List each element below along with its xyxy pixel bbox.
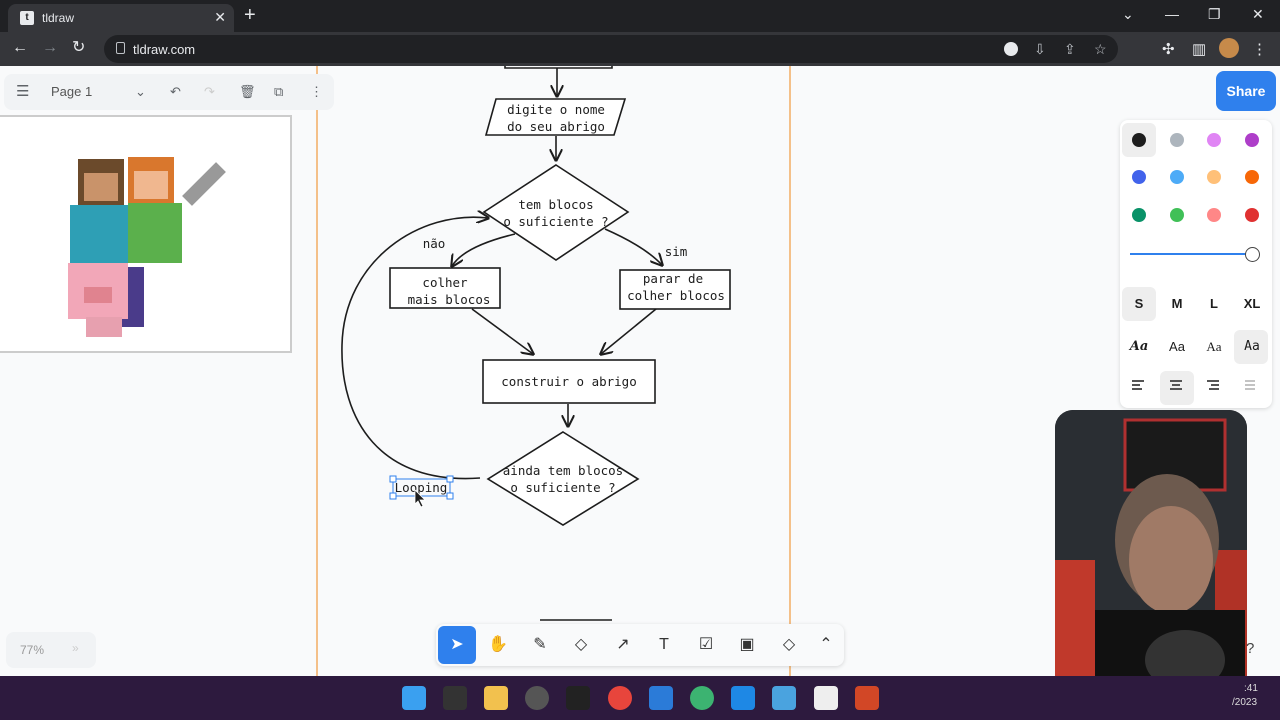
webcam-overlay [1055, 410, 1247, 682]
clock-date: /2023 [1232, 697, 1258, 708]
minimap-toggle-icon[interactable]: » [72, 641, 79, 655]
powerpoint-icon[interactable] [855, 686, 879, 710]
input-line1: digite o nome [507, 102, 605, 117]
minecraft-image[interactable] [0, 115, 292, 353]
looping-arrow [341, 217, 488, 480]
share-button[interactable]: Share [1216, 71, 1276, 111]
size-m-button[interactable]: M [1162, 296, 1192, 311]
previous-shape-edge [504, 66, 613, 69]
streamer-webcam-image [1055, 410, 1247, 682]
draw-tool-icon[interactable]: ✎ [521, 626, 559, 664]
terminal-icon[interactable] [443, 686, 467, 710]
color-swatch[interactable] [1207, 133, 1221, 147]
color-swatch[interactable] [1170, 208, 1184, 222]
font-mono-button[interactable]: Aa [1237, 339, 1267, 354]
decision2-line2: o suficiente ? [510, 480, 615, 495]
size-s-button[interactable]: S [1124, 296, 1154, 311]
windows-start-icon[interactable] [402, 686, 426, 710]
page-selector[interactable]: Page 1 [51, 84, 92, 99]
system-clock: :41 /2023 [1232, 682, 1258, 710]
more-actions-icon[interactable]: ⋮ [310, 84, 323, 100]
zoom-control[interactable]: 77% » [6, 632, 96, 668]
tool-bar: ➤ ✋ ✎ ◇ ↗ T ☑ ▣ ◇ ⌃ [436, 624, 844, 666]
stop-line1: parar de [643, 271, 703, 286]
font-draw-button[interactable]: Aa [1124, 339, 1154, 354]
decision2-diamond [486, 431, 640, 526]
image-tool-icon[interactable]: ▣ [728, 626, 766, 664]
color-swatch[interactable] [1132, 208, 1146, 222]
edge-icon[interactable] [690, 686, 714, 710]
opacity-slider-knob[interactable] [1245, 247, 1260, 262]
vscode-icon[interactable] [649, 686, 673, 710]
decision1-line1: tem blocos [518, 197, 593, 212]
align-center-icon[interactable] [1170, 380, 1184, 390]
color-swatch[interactable] [1132, 170, 1146, 184]
collect-line2: mais blocos [408, 292, 491, 307]
select-tool-icon[interactable]: ➤ [438, 626, 476, 664]
page-menu-bar: ☰ Page 1 ⌄ ↶ ↷ 🗑 ⧉ ⋮ [4, 74, 334, 110]
chevron-down-icon[interactable]: ⌄ [135, 84, 146, 100]
looping-text[interactable]: Looping [395, 480, 448, 495]
todo-icon[interactable] [731, 686, 755, 710]
font-sans-button[interactable]: Aa [1162, 339, 1192, 354]
camera-app-icon[interactable] [566, 686, 590, 710]
color-swatch[interactable] [1207, 170, 1221, 184]
minecraft-characters-illustration [68, 157, 226, 337]
decision2-line1: ainda tem blocos [503, 463, 623, 478]
color-swatch[interactable] [1207, 208, 1221, 222]
redo-icon[interactable]: ↷ [204, 84, 215, 100]
arrow-no [452, 233, 516, 266]
font-serif-button[interactable]: Aa [1199, 339, 1229, 355]
stop-line2: colher blocos [627, 288, 725, 303]
decision1-diamond [482, 164, 630, 261]
trash-icon[interactable]: 🗑 [239, 84, 256, 100]
vertical-align-icon[interactable] [1245, 380, 1259, 390]
color-swatch[interactable] [1245, 170, 1259, 184]
obs-icon[interactable] [525, 686, 549, 710]
color-swatch[interactable] [1245, 133, 1259, 147]
size-l-button[interactable]: L [1199, 296, 1229, 311]
zoom-level[interactable]: 77% [20, 643, 44, 657]
arrow-tool-icon[interactable]: ↗ [604, 626, 642, 664]
arrow-yes [604, 228, 662, 265]
collect-line1: colher [422, 275, 468, 290]
hand-tool-icon[interactable]: ✋ [479, 626, 517, 664]
hamburger-menu-icon[interactable]: ☰ [16, 82, 29, 100]
windows-taskbar [0, 676, 1280, 720]
help-icon[interactable]: ? [1246, 640, 1254, 657]
color-swatch[interactable] [1245, 208, 1259, 222]
build-text: construir o abrigo [501, 374, 636, 389]
style-panel [1120, 120, 1272, 408]
decision1-line2: o suficiente ? [503, 214, 608, 229]
chrome-icon[interactable] [608, 686, 632, 710]
input-line2: do seu abrigo [507, 119, 605, 134]
chevron-up-icon[interactable]: ⌃ [807, 626, 845, 664]
align-left-icon[interactable] [1132, 380, 1146, 390]
size-xl-button[interactable]: XL [1237, 296, 1267, 311]
text-tool-icon[interactable]: T [645, 626, 683, 664]
color-swatch[interactable] [1170, 133, 1184, 147]
capcut-icon[interactable] [814, 686, 838, 710]
note-tool-icon[interactable]: ☑ [687, 626, 725, 664]
duplicate-icon[interactable]: ⧉ [274, 84, 283, 100]
eraser-tool-icon[interactable]: ◇ [562, 626, 600, 664]
arrow-collect-build [471, 308, 533, 354]
align-right-icon[interactable] [1207, 380, 1221, 390]
undo-icon[interactable]: ↶ [170, 84, 181, 100]
snipping-tool-icon[interactable] [772, 686, 796, 710]
label-no: não [423, 236, 446, 251]
opacity-slider[interactable] [1130, 253, 1254, 255]
clock-time: :41 [1244, 683, 1258, 694]
shape-tool-icon[interactable]: ◇ [770, 626, 808, 664]
color-swatch[interactable] [1132, 133, 1146, 147]
label-yes: sim [665, 244, 688, 259]
color-swatch[interactable] [1170, 170, 1184, 184]
file-explorer-icon[interactable] [484, 686, 508, 710]
arrow-stop-build [601, 308, 657, 354]
